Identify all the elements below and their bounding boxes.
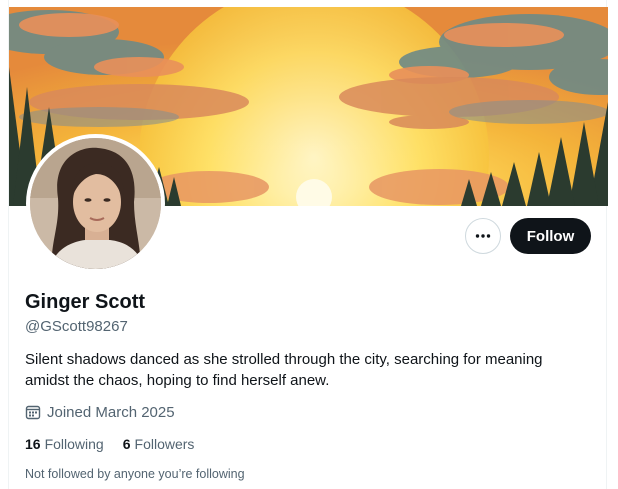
profile-display-name: Ginger Scott: [25, 291, 146, 313]
profile-page: Follow Ginger Scott @GScott98267 Silent …: [8, 0, 608, 489]
avatar-photo: [30, 138, 161, 269]
profile-bio: Silent shadows danced as she strolled th…: [25, 351, 543, 389]
followers-count: 6: [122, 436, 131, 452]
more-horizontal-icon: [475, 234, 491, 238]
joined-date: Joined March 2025: [25, 402, 175, 422]
followers-label: Followers: [134, 436, 195, 452]
following-count: 16: [25, 436, 41, 452]
joined-date-text: Joined March 2025: [47, 403, 175, 421]
followers-link[interactable]: 6 Followers: [123, 436, 195, 452]
follow-button[interactable]: Follow: [510, 218, 591, 254]
calendar-icon: [25, 405, 41, 420]
following-label: Following: [44, 436, 104, 452]
avatar[interactable]: [26, 134, 165, 273]
more-options-button[interactable]: [465, 218, 501, 254]
not-followed-notice: Not followed by anyone you’re following: [25, 467, 245, 481]
profile-handle: @GScott98267: [25, 318, 128, 335]
follow-stats: 16 Following 6 Followers: [25, 436, 194, 452]
following-link[interactable]: 16 Following: [25, 436, 104, 452]
